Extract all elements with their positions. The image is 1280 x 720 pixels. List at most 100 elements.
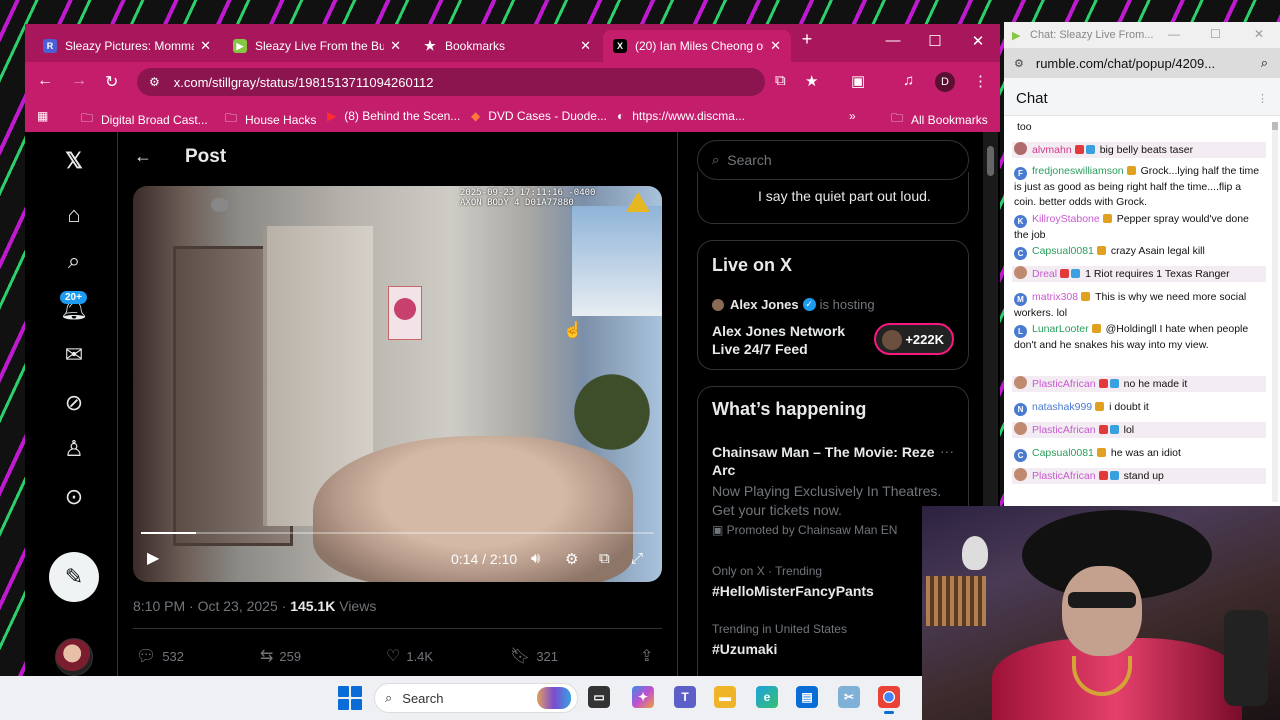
close-icon[interactable]: ✕	[1254, 27, 1264, 41]
bookmark-discma[interactable]: ◐ https://www.discma...	[617, 109, 745, 123]
close-icon[interactable]: ✕	[390, 38, 401, 54]
chat-username[interactable]: alvmahn	[1032, 144, 1072, 156]
scrollbar-thumb[interactable]	[987, 146, 994, 176]
back-arrow-icon[interactable]: ←	[134, 146, 152, 167]
bookmark-house-hacks[interactable]: 🗀 House Hacks	[225, 109, 316, 130]
chat-username[interactable]: LunarLooter	[1032, 323, 1089, 335]
close-icon[interactable]: ✕	[200, 38, 211, 54]
settings-gear-icon[interactable]: ⚙	[565, 550, 578, 568]
chat-avatar[interactable]	[1014, 422, 1027, 435]
chat-avatar[interactable]: M	[1014, 293, 1027, 306]
back-icon[interactable]: ←	[37, 72, 53, 90]
video-progress-bar[interactable]	[141, 532, 654, 534]
chat-avatar[interactable]	[1014, 376, 1027, 389]
edge-icon[interactable]: e	[756, 686, 778, 708]
install-app-icon[interactable]: ⧉	[775, 72, 786, 89]
chat-username[interactable]: Capsual0081	[1032, 447, 1094, 459]
chat-avatar[interactable]	[1014, 468, 1027, 481]
chat-username[interactable]: PlasticAfrican	[1032, 424, 1096, 436]
apps-grid-icon[interactable]: ▦	[37, 109, 56, 123]
listeners-pill[interactable]: +222K	[874, 323, 954, 355]
forward-icon[interactable]: →	[71, 72, 87, 90]
account-avatar[interactable]	[55, 638, 93, 676]
post-timestamp[interactable]: 8:10 PM · Oct 23, 2025 ·	[133, 598, 290, 614]
tab-sleazy-live[interactable]: ▶ Sleazy Live From the Bur ✕	[223, 30, 411, 62]
chat-scrollbar-thumb[interactable]	[1272, 122, 1278, 130]
new-tab-button[interactable]: +	[795, 29, 819, 50]
media-controls-icon[interactable]: ♫	[903, 72, 914, 89]
chat-username[interactable]: KillroyStabone	[1032, 213, 1100, 225]
chat-avatar[interactable]: K	[1014, 215, 1027, 228]
minimize-icon[interactable]: —	[881, 32, 905, 49]
snipping-tool-icon[interactable]: ✂	[838, 686, 860, 708]
maximize-icon[interactable]: ☐	[1210, 27, 1221, 41]
reply-button[interactable]: 💬︎ 532	[136, 646, 184, 666]
teams-icon[interactable]: T	[674, 686, 696, 708]
chat-menu-icon[interactable]: ⋮	[1257, 92, 1268, 105]
reload-icon[interactable]: ↻	[105, 72, 118, 92]
chat-avatar[interactable]: L	[1014, 325, 1027, 338]
chat-username[interactable]: natashak999	[1032, 401, 1092, 413]
chat-avatar[interactable]	[1014, 142, 1027, 155]
site-info-icon[interactable]: ⚙	[1014, 57, 1024, 70]
maximize-icon[interactable]: ☐	[923, 32, 947, 50]
messages-icon[interactable]: ✉	[61, 342, 87, 368]
bookmark-dvd-cases[interactable]: ◆ DVD Cases - Duode...	[471, 109, 607, 123]
menu-kebab-icon[interactable]: ⋮	[973, 72, 988, 90]
like-button[interactable]: ♡ 1.4K	[386, 646, 433, 666]
taskbar-search[interactable]: ⌕ Search	[374, 683, 578, 713]
close-icon[interactable]: ✕	[580, 38, 591, 54]
home-icon[interactable]: ⌂	[61, 202, 87, 228]
video-player[interactable]: 2025-09-23 17:11:16 -0400 AXON BODY 4 D0…	[133, 186, 662, 582]
zoom-search-icon[interactable]: ⌕	[1261, 55, 1268, 71]
profile-icon[interactable]: ♙	[61, 436, 87, 462]
fullscreen-icon[interactable]: ⤢	[631, 550, 643, 567]
compose-post-button[interactable]: ✎	[49, 552, 99, 602]
chat-avatar[interactable]: F	[1014, 167, 1027, 180]
address-bar[interactable]: ⚙ x.com/stillgray/status/198151371109426…	[137, 68, 765, 96]
tab-bookmarks[interactable]: ★ Bookmarks ✕	[413, 30, 601, 62]
x-logo-icon[interactable]: 𝕏	[61, 148, 87, 174]
chat-avatar[interactable]: C	[1014, 449, 1027, 462]
bookmark-behind-the-scenes[interactable]: ▶ (8) Behind the Scen...	[327, 109, 460, 123]
store-icon[interactable]: ▤	[796, 686, 818, 708]
tab-sleazy-pictures[interactable]: R Sleazy Pictures: Momma ✕	[33, 30, 221, 62]
task-view-icon[interactable]: ▭	[588, 686, 610, 708]
picture-in-picture-icon[interactable]: ⧉	[599, 550, 610, 567]
windows-start-icon[interactable]	[338, 686, 362, 710]
chat-avatar[interactable]: C	[1014, 247, 1027, 260]
chat-username[interactable]: matrix308	[1032, 291, 1078, 303]
site-info-icon[interactable]: ⚙	[149, 75, 160, 89]
close-window-icon[interactable]: ✕	[966, 32, 990, 50]
chat-scrollbar[interactable]	[1272, 122, 1278, 502]
more-bookmarks-icon[interactable]: »	[849, 109, 864, 123]
tab-x-post[interactable]: X (20) Ian Miles Cheong on ✕	[603, 30, 791, 62]
copilot-icon[interactable]: ✦	[632, 686, 654, 708]
bookmark-all[interactable]: 🗀 All Bookmarks	[891, 109, 988, 130]
chat-avatar[interactable]: N	[1014, 403, 1027, 416]
grok-icon[interactable]: ⊘	[61, 390, 87, 416]
more-icon[interactable]: ⊙	[61, 484, 87, 510]
minimize-icon[interactable]: —	[1168, 27, 1180, 41]
bookmark-button[interactable]: 🔖︎ 321	[510, 646, 558, 666]
chat-username[interactable]: PlasticAfrican	[1032, 378, 1096, 390]
chat-avatar[interactable]	[1014, 266, 1027, 279]
play-icon[interactable]: ▶	[147, 548, 159, 568]
bookmark-digital-broadcast[interactable]: 🗀 Digital Broad Cast...	[81, 109, 208, 130]
chat-username[interactable]: PlasticAfrican	[1032, 470, 1096, 482]
share-button[interactable]: ⇪	[640, 646, 659, 666]
live-host[interactable]: Alex Jones ✓ is hosting	[712, 297, 875, 312]
close-icon[interactable]: ✕	[770, 38, 781, 54]
chat-username[interactable]: Dreal	[1032, 268, 1057, 280]
search-icon[interactable]: ⌕	[61, 248, 87, 274]
live-stream-title[interactable]: Alex Jones Network Live 24/7 Feed	[712, 322, 872, 358]
file-explorer-icon[interactable]: ▬	[714, 686, 736, 708]
chat-username[interactable]: Capsual0081	[1032, 245, 1094, 257]
chrome-icon[interactable]	[878, 686, 900, 714]
bookmark-star-icon[interactable]: ★	[805, 72, 818, 90]
profile-avatar[interactable]: D	[935, 72, 955, 92]
volume-icon[interactable]: 🔊︎	[531, 550, 540, 567]
repost-button[interactable]: ⇆ 259	[260, 646, 301, 666]
chat-username[interactable]: fredjoneswilliamson	[1032, 165, 1124, 177]
tab-search-icon[interactable]: ▣	[851, 72, 865, 90]
